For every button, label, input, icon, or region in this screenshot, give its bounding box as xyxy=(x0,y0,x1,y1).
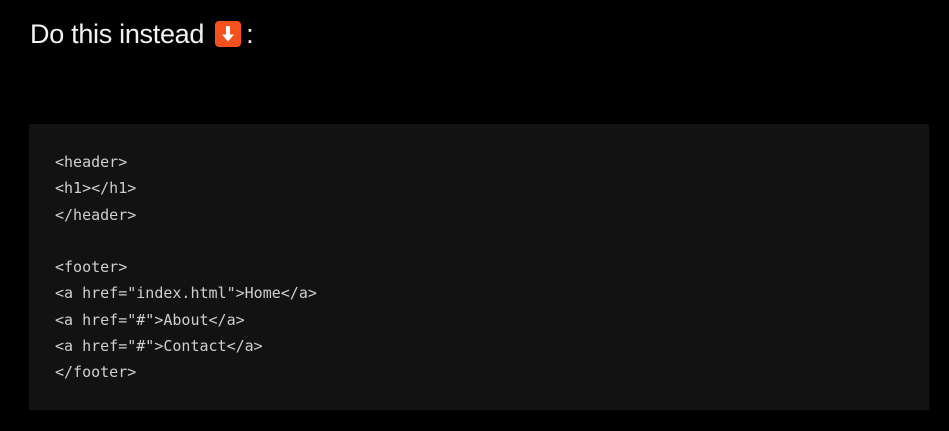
heading-colon: : xyxy=(246,19,254,49)
heading-text: Do this instead xyxy=(30,19,205,49)
code-line: </header> xyxy=(55,205,137,224)
code-line: <a href="#">Contact</a> xyxy=(55,337,263,356)
code-line: <a href="#">About</a> xyxy=(55,310,245,329)
code-line: <a href="index.html">Home</a> xyxy=(55,284,317,303)
code-line: <h1></h1> xyxy=(55,179,137,198)
code-line: </footer> xyxy=(55,363,137,382)
section-heading: Do this instead : xyxy=(30,14,254,54)
code-line: <header> xyxy=(55,153,128,171)
down-arrow-icon xyxy=(215,21,242,47)
code-line: <footer> xyxy=(55,258,128,277)
code-block: <header> <h1></h1> </header> <footer> <a… xyxy=(29,124,929,410)
